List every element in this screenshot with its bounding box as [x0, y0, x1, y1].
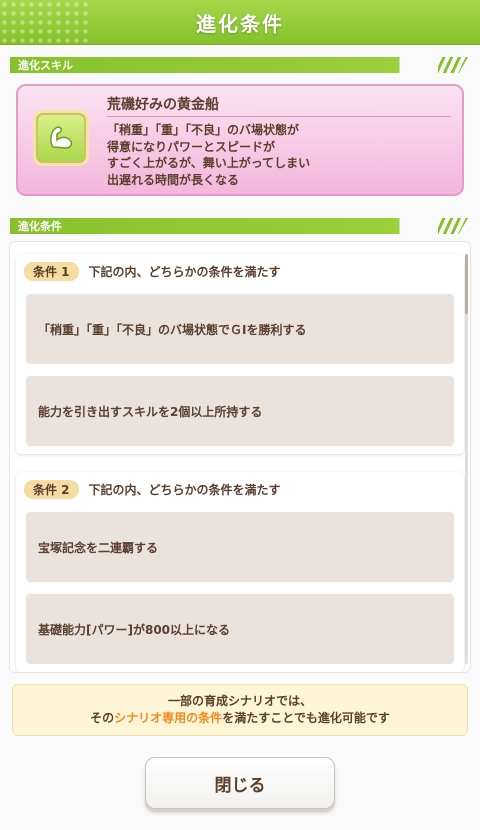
skill-card[interactable]: 荒磯好みの黄金船 「稍重」「重」「不良」のバ場状態が 得意になりパワーとスピード…: [16, 84, 464, 196]
condition-item: 「稍重」「重」「不良」のバ場状態でＧⅠを勝利する: [26, 294, 454, 364]
scrollbar-track[interactable]: [465, 254, 468, 664]
section-label: 進化スキル: [18, 59, 73, 72]
condition-badge: 条件 2: [24, 480, 79, 499]
notice-highlight: シナリオ専用の条件: [114, 711, 223, 725]
skill-divider: [107, 116, 451, 117]
section-label: 進化条件: [18, 220, 62, 233]
notice-line-1: 一部の育成シナリオでは、: [167, 694, 312, 708]
close-button[interactable]: 閉じる: [145, 757, 335, 809]
dialog-body: 進化スキル 荒磯好みの黄金船 「稍重」「重」「不良」のバ場状態が 得意になりパワ…: [0, 45, 480, 830]
condition-block-2: 条件 2 下記の内、どちらかの条件を満たす 宝塚記念を二連覇する 基礎能力[パワ…: [16, 472, 464, 672]
section-header-evolution-conditions: 進化条件: [10, 218, 468, 234]
condition-item: 宝塚記念を二連覇する: [26, 512, 454, 582]
skill-name: 荒磯好みの黄金船: [107, 97, 219, 113]
condition-block-1: 条件 1 下記の内、どちらかの条件を満たす 「稍重」「重」「不良」のバ場状態でＧ…: [16, 254, 464, 454]
dialog-header: 進化条件: [0, 0, 480, 45]
condition-item: 能力を引き出すスキルを2個以上所持する: [26, 376, 454, 446]
condition-title: 下記の内、どちらかの条件を満たす: [88, 265, 281, 279]
condition-item: 基礎能力[パワー]が800以上になる: [26, 594, 454, 664]
flexed-arm-icon: [33, 110, 89, 166]
condition-title: 下記の内、どちらかの条件を満たす: [88, 483, 281, 497]
condition-badge: 条件 1: [24, 262, 79, 281]
scrollbar-thumb[interactable]: [465, 254, 468, 314]
conditions-scroll-area[interactable]: 条件 1 下記の内、どちらかの条件を満たす 「稍重」「重」「不良」のバ場状態でＧ…: [10, 242, 470, 672]
notice-line-2: そのシナリオ専用の条件を満たすことでも進化可能です: [90, 711, 390, 725]
skill-description: 「稍重」「重」「不良」のバ場状態が 得意になりパワーとスピードが すごく上がるが…: [107, 123, 311, 187]
section-header-evolution-skill: 進化スキル: [10, 57, 468, 73]
dialog-title: 進化条件: [196, 11, 284, 36]
scenario-notice: 一部の育成シナリオでは、 そのシナリオ専用の条件を満たすことでも進化可能です: [12, 684, 468, 736]
header-dot-pattern: [0, 0, 90, 45]
